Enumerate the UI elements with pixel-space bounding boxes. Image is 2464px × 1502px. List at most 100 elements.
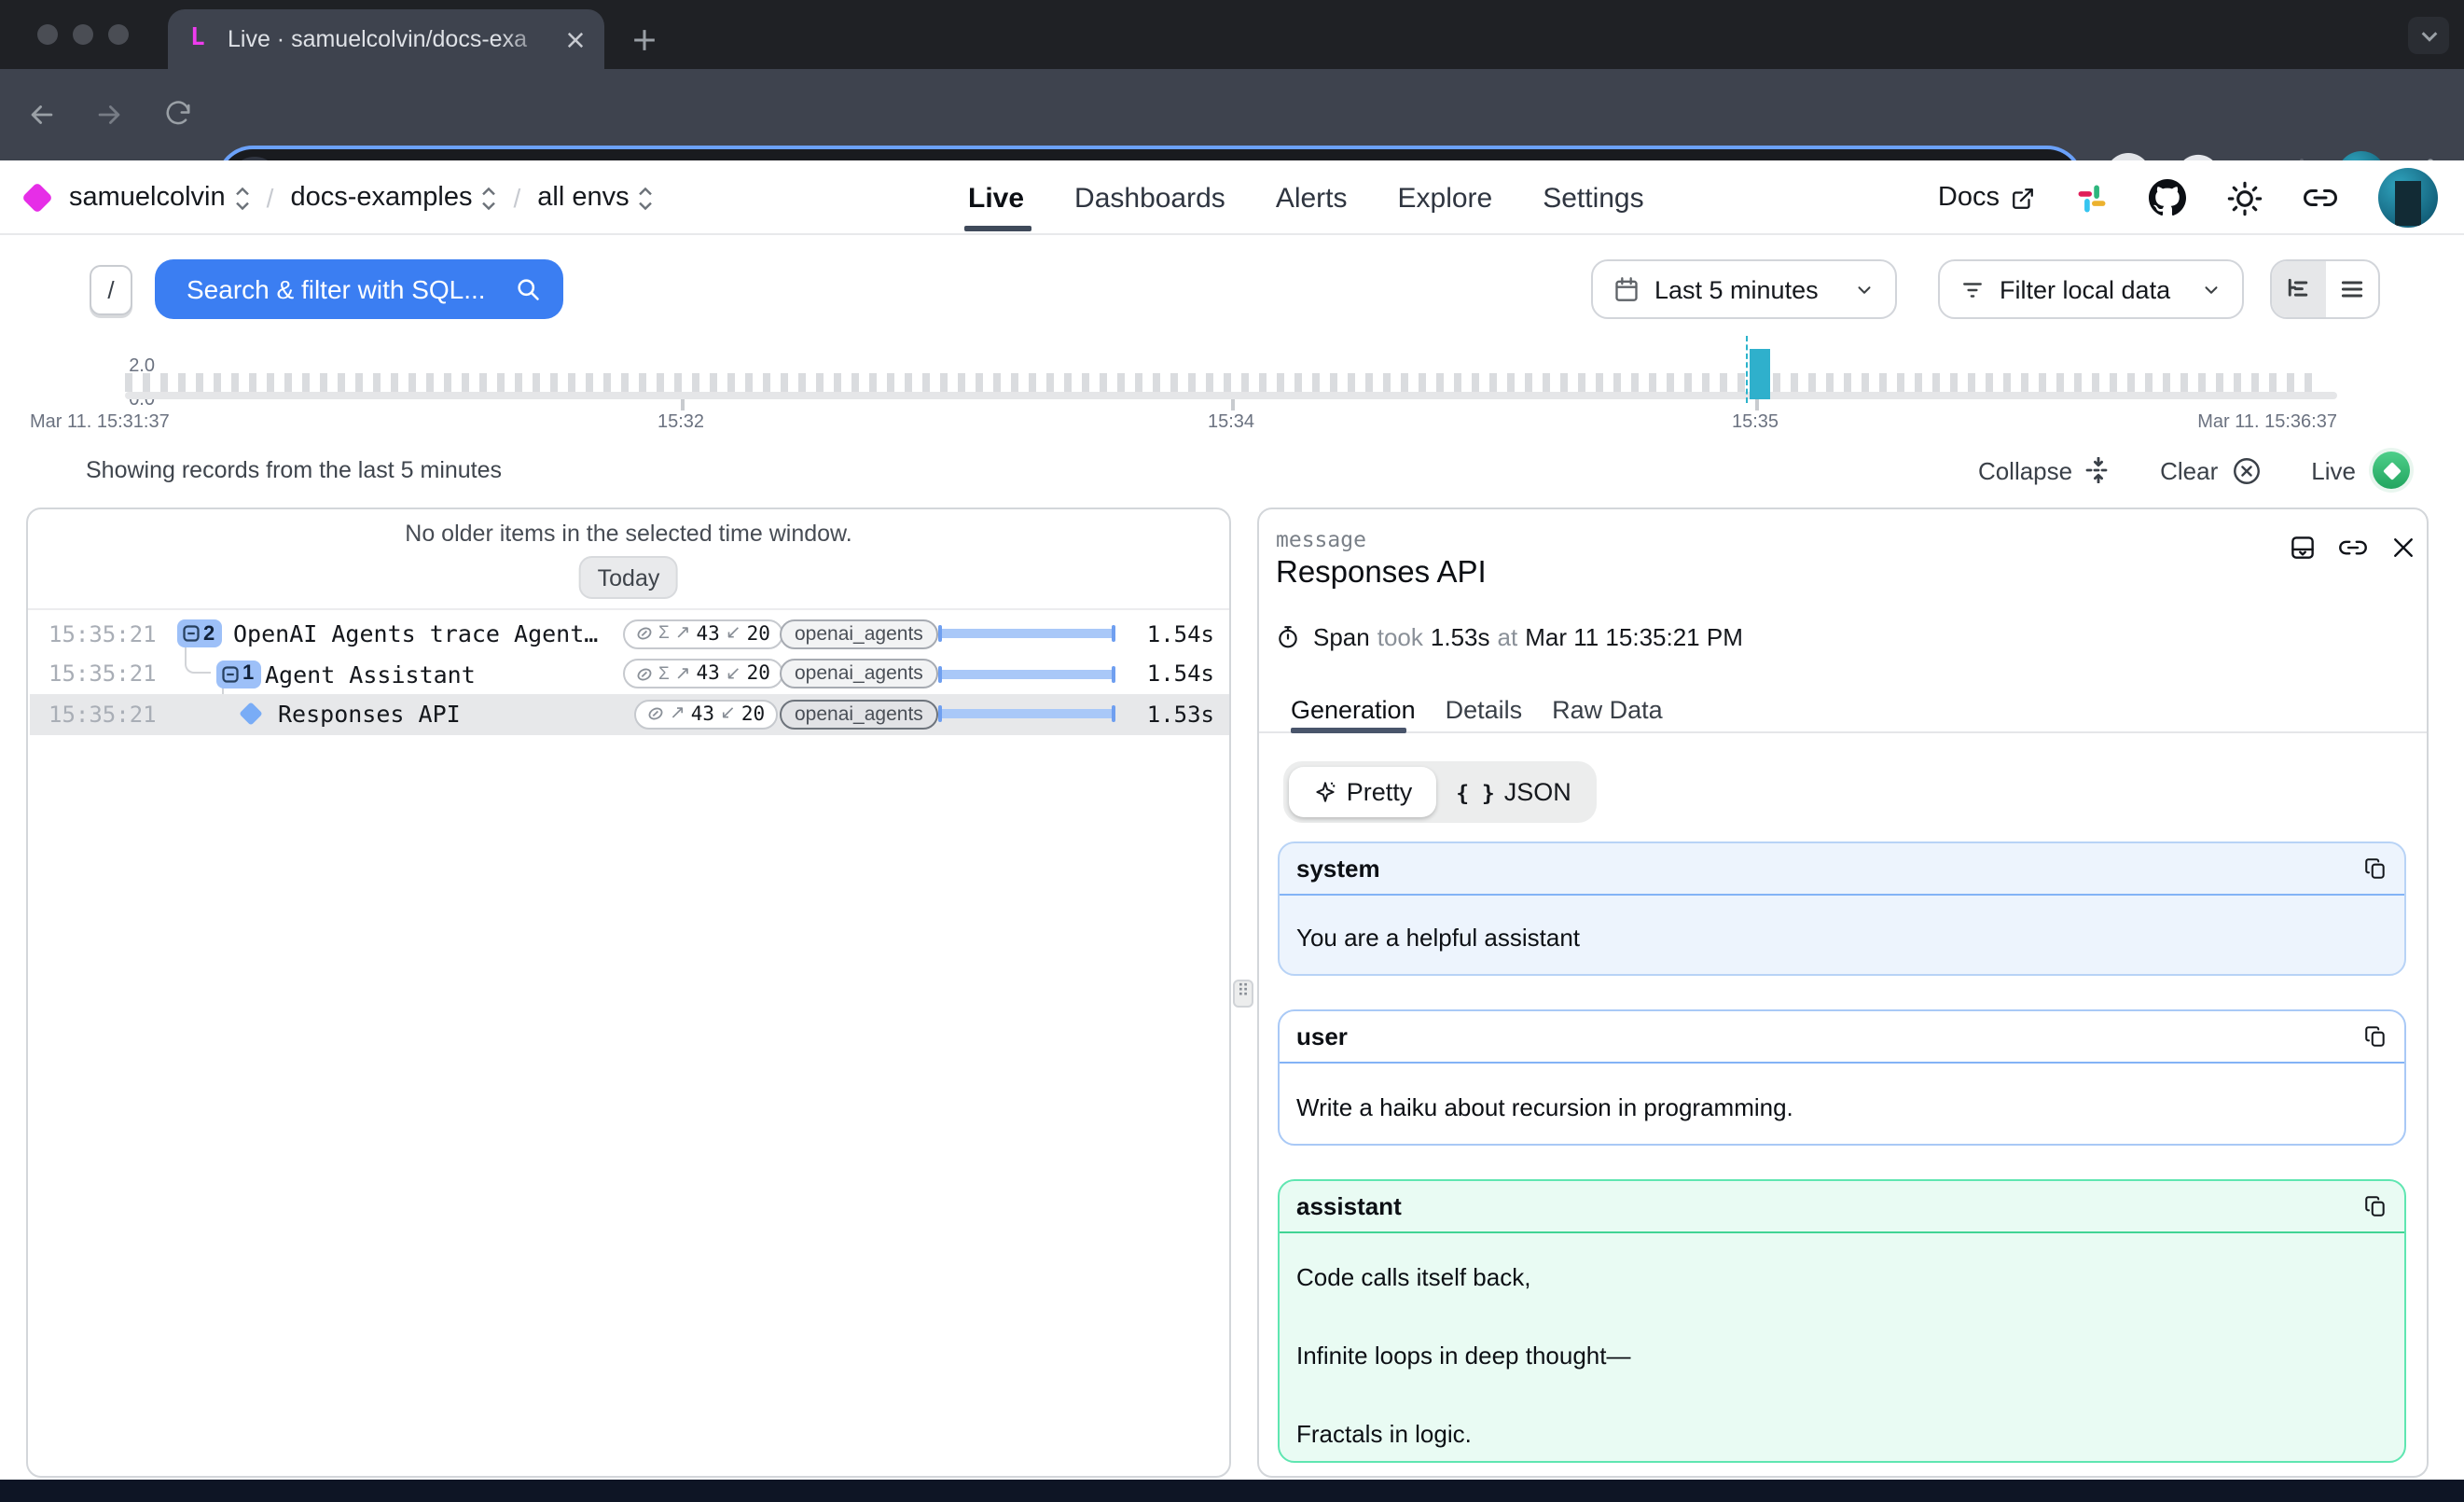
clear-icon <box>2231 454 2263 486</box>
org-label: samuelcolvin <box>69 183 226 213</box>
tab-live[interactable]: Live <box>968 182 1024 214</box>
braces-icon: { } <box>1456 779 1495 805</box>
tab-search-chevron-icon[interactable] <box>2408 17 2449 54</box>
panel-resize-handle[interactable]: ⠿ <box>1233 980 1253 1008</box>
live-toggle-button[interactable]: Live <box>2311 448 2414 493</box>
record-kind-label: message <box>1276 526 1366 552</box>
flat-view-button[interactable] <box>2325 261 2378 317</box>
time-range-dropdown[interactable]: Last 5 minutes <box>1591 259 1897 319</box>
trace-row-responses-api-selected[interactable]: 15:35:21 Responses API ↗43 ↙20 openai_ag… <box>30 694 1231 734</box>
row-timestamp: 15:35:21 <box>48 661 157 688</box>
breadcrumb-env[interactable]: all envs <box>537 183 653 213</box>
tab-explore[interactable]: Explore <box>1398 182 1493 214</box>
breadcrumb-org[interactable]: samuelcolvin <box>69 183 250 213</box>
timeline-histogram[interactable]: 2.0 0.0 Mar 11. 15:31:37 15:32 15:34 15:… <box>0 336 2464 448</box>
token-usage-badge[interactable]: Σ ↗43 ↙20 <box>623 660 783 689</box>
back-button[interactable] <box>21 93 62 134</box>
token-coin-icon <box>647 706 664 723</box>
github-icon[interactable] <box>2149 179 2186 216</box>
empty-window-notice: No older items in the selected time wind… <box>28 521 1229 547</box>
live-label: Live <box>2311 456 2356 484</box>
slash-shortcut-key[interactable]: / <box>90 265 132 315</box>
breadcrumb-separator: / <box>513 183 520 213</box>
collapse-button[interactable]: Collapse <box>1978 456 2111 484</box>
scope-tag[interactable]: openai_agents <box>780 660 938 689</box>
breadcrumb-project[interactable]: docs-examples <box>290 183 496 213</box>
dock-panel-icon[interactable] <box>2289 534 2317 562</box>
logfire-logo-icon[interactable] <box>21 182 53 214</box>
row-duration: 1.53s <box>1147 702 1214 728</box>
x-tick-mark <box>681 399 684 410</box>
trace-row-agent-assistant[interactable]: 15:35:21 1 Agent Assistant Σ ↗43 ↙20 ope… <box>30 654 1231 694</box>
duration-bar <box>938 710 1115 719</box>
slack-icon[interactable] <box>2076 182 2108 214</box>
user-avatar[interactable] <box>2378 168 2438 228</box>
tab-raw-data[interactable]: Raw Data <box>1552 696 1663 724</box>
copy-icon[interactable] <box>2363 856 2388 881</box>
share-link-icon[interactable] <box>2304 181 2337 215</box>
json-label: JSON <box>1504 778 1571 806</box>
row-duration: 1.54s <box>1147 661 1214 688</box>
docs-link[interactable]: Docs <box>1938 183 2035 213</box>
browser-tab-strip: L Live · samuelcolvin/docs-exa <box>0 0 2464 69</box>
close-panel-icon[interactable] <box>2389 534 2417 562</box>
macos-zoom-button[interactable] <box>108 24 129 45</box>
list-divider <box>28 608 1229 610</box>
collapse-count-badge[interactable]: 1 <box>216 661 261 688</box>
copy-icon[interactable] <box>2363 1194 2388 1218</box>
tab-generation[interactable]: Generation <box>1291 696 1416 724</box>
env-selector-icon <box>639 186 654 210</box>
json-view-button[interactable]: { } JSON <box>1436 767 1591 817</box>
duration-bar <box>938 630 1115 639</box>
token-usage-badge[interactable]: ↗43 ↙20 <box>634 700 778 730</box>
macos-close-button[interactable] <box>37 24 58 45</box>
tokens-out-arrow-icon: ↙ <box>720 704 736 725</box>
macos-minimize-button[interactable] <box>73 24 93 45</box>
copy-link-icon[interactable] <box>2339 534 2367 562</box>
span-summary: Span took 1.53s at Mar 11 15:35:21 PM <box>1276 623 1743 651</box>
tokens-in-arrow-icon: ↗ <box>675 664 691 685</box>
live-toggle[interactable] <box>2369 448 2414 493</box>
theme-sun-icon[interactable] <box>2227 180 2263 216</box>
copy-icon[interactable] <box>2363 1024 2388 1049</box>
scope-tag[interactable]: openai_agents <box>780 619 938 649</box>
x-tick-mark <box>1755 399 1758 410</box>
tab-alerts[interactable]: Alerts <box>1276 182 1348 214</box>
timeline-activity-bar[interactable] <box>1750 349 1770 399</box>
browser-tab[interactable]: L Live · samuelcolvin/docs-exa <box>168 9 604 69</box>
trace-row-openai-agents-trace[interactable]: 15:35:21 2 OpenAI Agents trace Agent… Σ … <box>30 614 1231 654</box>
pretty-view-button[interactable]: Pretty <box>1289 767 1436 817</box>
project-selector-icon <box>481 186 496 210</box>
row-duration: 1.54s <box>1147 621 1214 647</box>
tab-close-icon[interactable] <box>560 24 589 54</box>
x-tick-mark <box>1231 399 1234 410</box>
haiku-line: Fractals in logic. <box>1296 1420 2388 1448</box>
today-pill[interactable]: Today <box>579 556 679 599</box>
new-tab-button[interactable] <box>625 21 662 58</box>
reload-button[interactable] <box>157 93 198 134</box>
sigma-icon: Σ <box>658 664 670 685</box>
external-link-icon <box>2011 186 2035 210</box>
clear-button[interactable]: Clear <box>2160 454 2263 486</box>
tab-title: Live · samuelcolvin/docs-exa <box>228 26 560 52</box>
span-detail-panel: message Responses API Span took 1.53s at… <box>1257 508 2429 1478</box>
role-label: assistant <box>1296 1192 2363 1220</box>
forward-button[interactable] <box>88 93 129 134</box>
active-tab-underline <box>964 225 1031 231</box>
haiku-line: Infinite loops in deep thought— <box>1296 1342 2388 1370</box>
scope-tag[interactable]: openai_agents <box>780 700 938 730</box>
main-nav: Live Dashboards Alerts Explore Settings <box>968 160 1644 235</box>
stopwatch-icon <box>1276 625 1300 649</box>
list-view-toggle <box>2270 259 2380 319</box>
sigma-icon: Σ <box>658 624 670 645</box>
tab-dashboards[interactable]: Dashboards <box>1074 182 1225 214</box>
token-usage-badge[interactable]: Σ ↗43 ↙20 <box>623 619 783 649</box>
chevron-down-icon <box>1854 279 1875 299</box>
filter-local-data-dropdown[interactable]: Filter local data <box>1938 259 2244 319</box>
tree-view-button[interactable] <box>2272 261 2325 317</box>
breadcrumb: samuelcolvin / docs-examples / all envs <box>26 160 654 235</box>
tab-settings[interactable]: Settings <box>1543 182 1643 214</box>
collapse-count-badge[interactable]: 2 <box>177 620 222 648</box>
tab-details[interactable]: Details <box>1446 696 1523 724</box>
search-sql-button[interactable]: Search & filter with SQL... <box>155 259 563 319</box>
